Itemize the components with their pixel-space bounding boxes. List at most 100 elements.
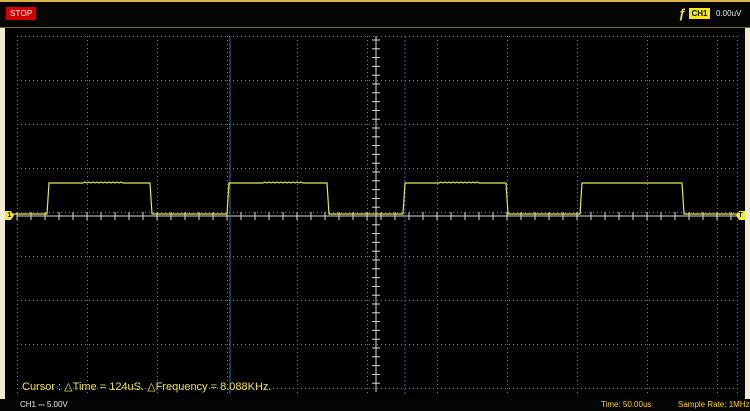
grid-dot (621, 256, 622, 257)
grid-dot (293, 36, 294, 37)
grid-dot (437, 136, 438, 137)
grid-dot (549, 344, 550, 345)
grid-dot (237, 80, 238, 81)
grid-dot (227, 152, 228, 153)
grid-dot (577, 76, 578, 77)
grid-dot (221, 80, 222, 81)
grid-dot (245, 256, 246, 257)
grid-dot (507, 328, 508, 329)
grid-dot (349, 300, 350, 301)
grid-dot (217, 212, 218, 213)
grid-dot (737, 304, 738, 305)
grid-dot (329, 388, 330, 389)
waveform-grid (5, 36, 745, 394)
grid-dot (507, 348, 508, 349)
grid-dot (729, 124, 730, 125)
grid-dot (269, 80, 270, 81)
grid-dot (297, 44, 298, 45)
grid-dot (717, 324, 718, 325)
grid-dot (25, 124, 26, 125)
grid-dot (367, 96, 368, 97)
grid-dot (313, 124, 314, 125)
grid-dot (445, 36, 446, 37)
edge-trigger-icon[interactable]: ƒ (676, 6, 688, 21)
grid-dot (441, 212, 442, 213)
grid-dot (17, 156, 18, 157)
grid-dot (227, 236, 228, 237)
grid-dot (53, 344, 54, 345)
grid-dot (87, 48, 88, 49)
grid-dot (465, 300, 466, 301)
grid-dot (337, 300, 338, 301)
oscilloscope-display[interactable] (5, 28, 745, 399)
trigger-channel-badge[interactable]: CH1 (689, 8, 710, 19)
grid-dot (625, 168, 626, 169)
grid-dot (87, 348, 88, 349)
grid-dot (309, 388, 310, 389)
grid-dot (525, 256, 526, 257)
grid-dot (233, 256, 234, 257)
grid-dot (297, 56, 298, 57)
grid-dot (81, 124, 82, 125)
grid-dot (705, 124, 706, 125)
grid-dot (701, 212, 702, 213)
grid-dot (507, 96, 508, 97)
grid-dot (313, 300, 314, 301)
grid-dot (605, 256, 606, 257)
grid-dot (713, 388, 714, 389)
grid-dot (437, 132, 438, 133)
grid-dot (577, 240, 578, 241)
grid-dot (87, 64, 88, 65)
grid-dot (437, 384, 438, 385)
grid-dot (507, 372, 508, 373)
grid-dot (673, 300, 674, 301)
grid-dot (297, 380, 298, 381)
grid-dot (647, 224, 648, 225)
grid-dot (157, 92, 158, 93)
grid-dot (737, 92, 738, 93)
grid-dot (297, 236, 298, 237)
grid-dot (305, 36, 306, 37)
grid-dot (601, 124, 602, 125)
grid-dot (227, 256, 228, 257)
grid-dot (737, 84, 738, 85)
channel-scale[interactable]: CH1 ⎓ 5.00V (20, 399, 68, 411)
grid-dot (733, 256, 734, 257)
grid-dot (529, 168, 530, 169)
grid-dot (601, 256, 602, 257)
grid-dot (421, 300, 422, 301)
grid-dot (397, 300, 398, 301)
grid-dot (157, 252, 158, 253)
grid-dot (367, 136, 368, 137)
grid-dot (293, 168, 294, 169)
grid-dot (717, 372, 718, 373)
grid-dot (367, 172, 368, 173)
grid-dot (537, 256, 538, 257)
grid-dot (373, 388, 374, 389)
grid-dot (647, 204, 648, 205)
grid-dot (647, 228, 648, 229)
grid-dot (525, 80, 526, 81)
grid-dot (145, 344, 146, 345)
grid-dot (717, 368, 718, 369)
grid-dot (713, 256, 714, 257)
grid-dot (101, 344, 102, 345)
grid-dot (181, 36, 182, 37)
grid-dot (61, 256, 62, 257)
grid-dot (537, 124, 538, 125)
grid-dot (17, 140, 18, 141)
time-base[interactable]: Time: 50.00us (601, 399, 651, 411)
grid-dot (201, 212, 202, 213)
grid-dot (297, 116, 298, 117)
grid-dot (705, 168, 706, 169)
grid-dot (477, 124, 478, 125)
grid-dot (17, 120, 18, 121)
grid-dot (577, 268, 578, 269)
grid-dot (297, 232, 298, 233)
grid-dot (637, 80, 638, 81)
grid-dot (577, 344, 578, 345)
stop-button[interactable]: STOP (6, 7, 37, 20)
cursor-readout: Cursor : △Time = 124uS. △Frequency = 8.0… (22, 381, 272, 393)
grid-dot (413, 80, 414, 81)
grid-dot (705, 36, 706, 37)
